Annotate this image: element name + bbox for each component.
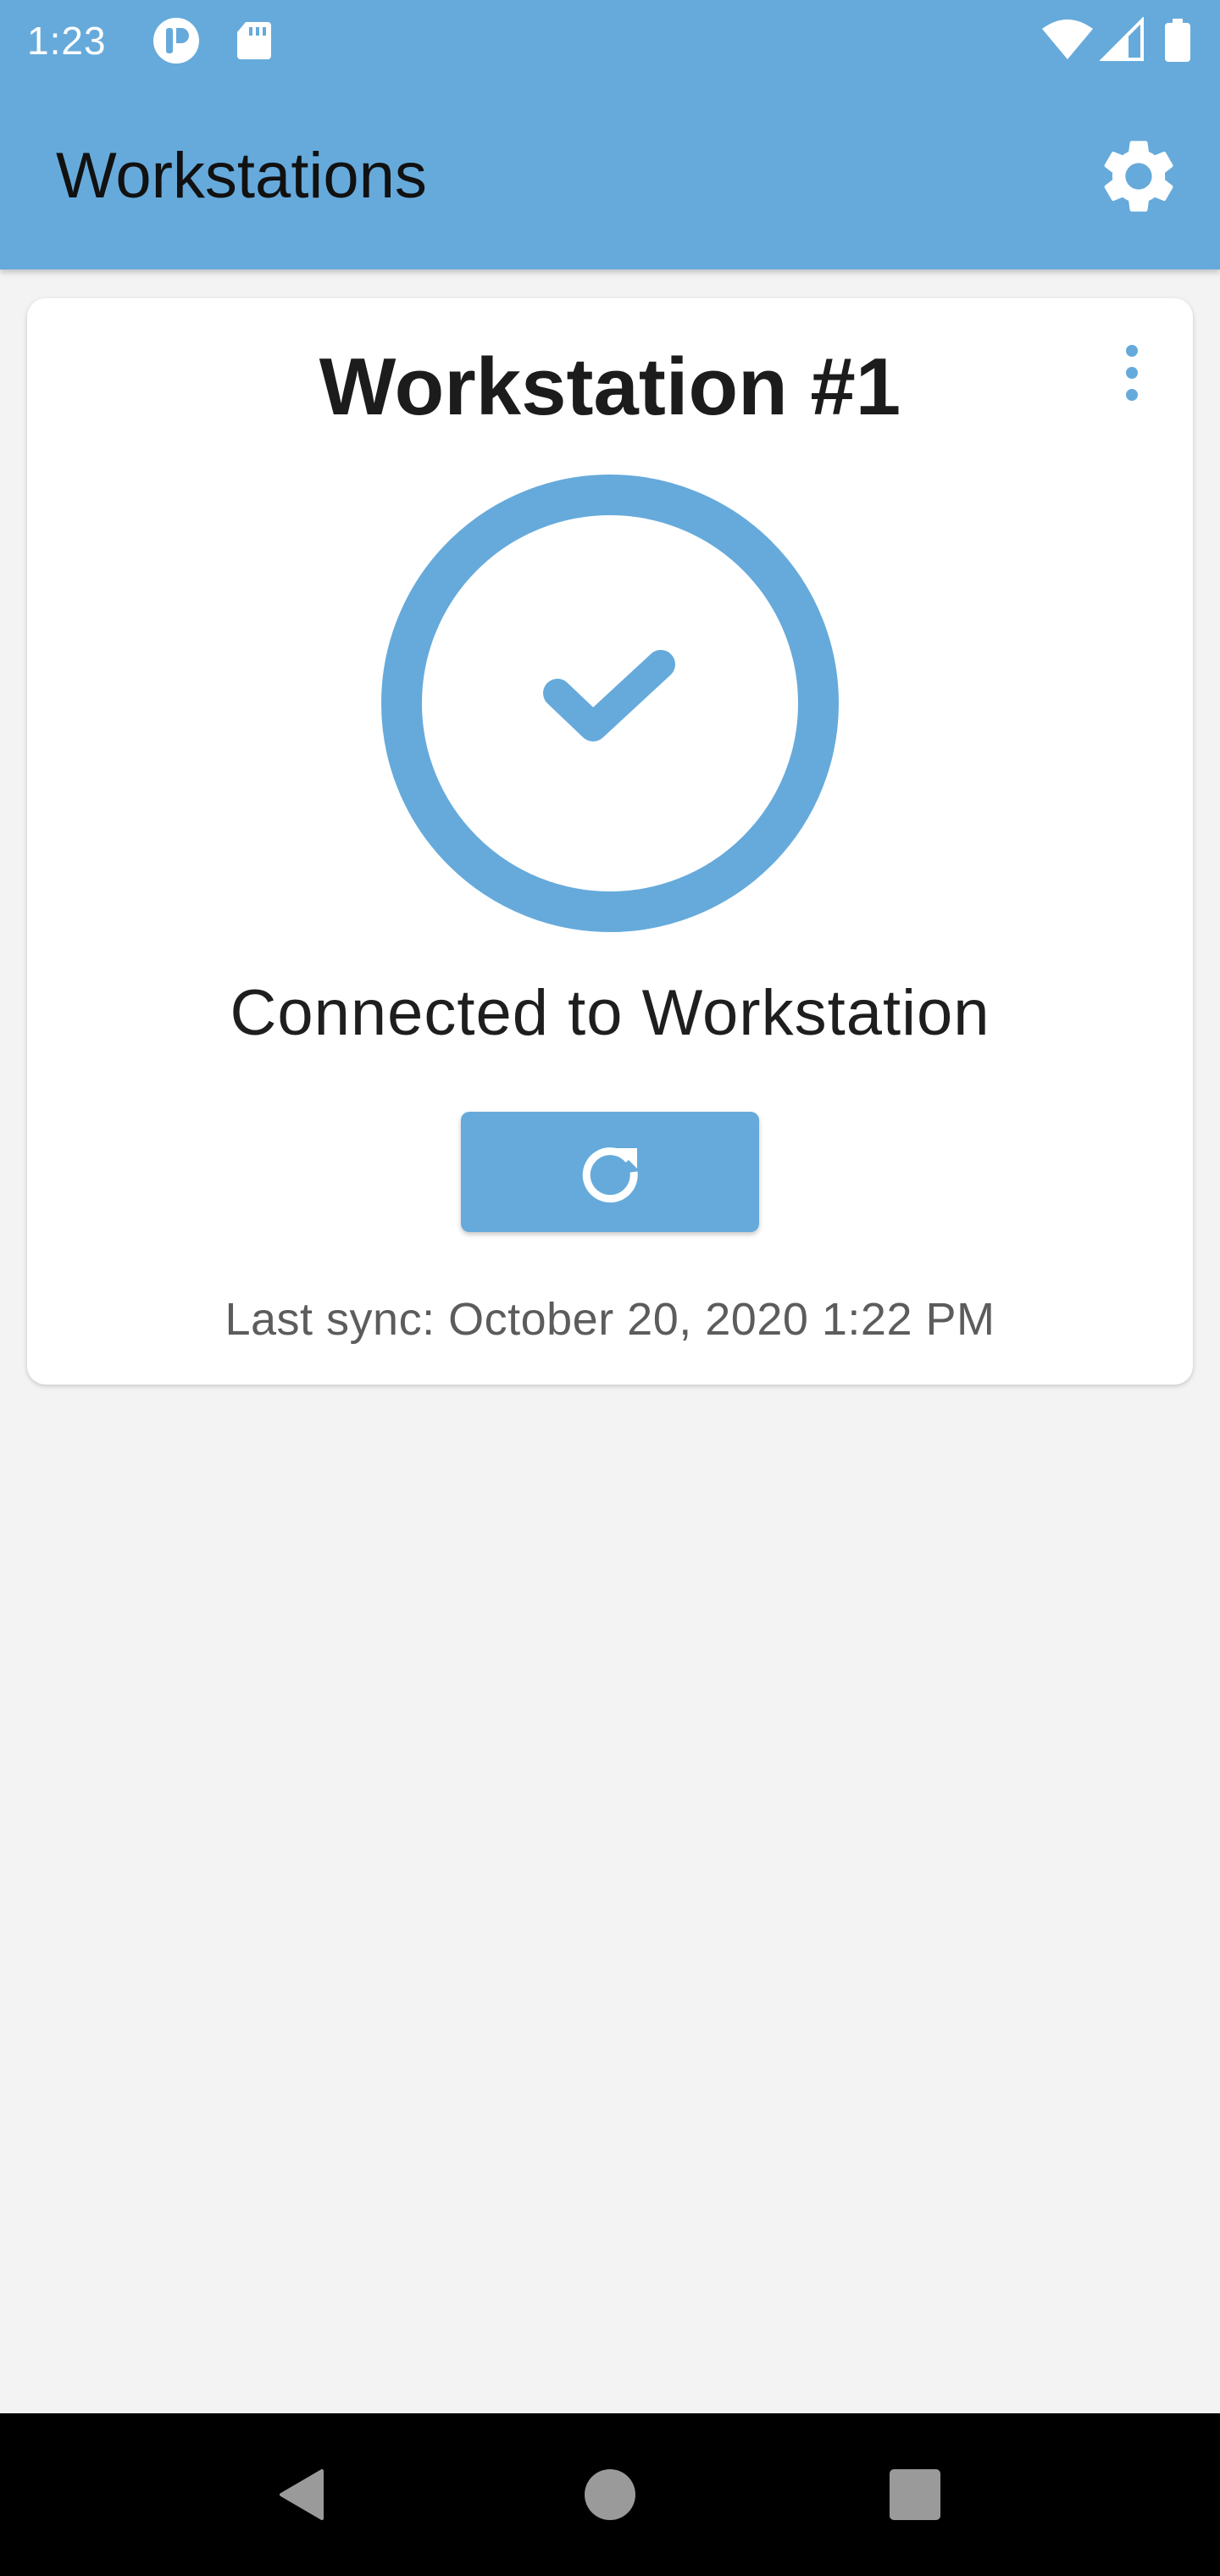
refresh-icon xyxy=(582,1147,638,1203)
page-title: Workstations xyxy=(56,140,427,212)
sd-card-icon xyxy=(230,17,278,64)
more-vert-icon xyxy=(1126,345,1138,401)
top-bar: 1:23 Workstations xyxy=(0,0,1220,269)
nav-recents-button[interactable] xyxy=(876,2456,954,2534)
app-notification-icon xyxy=(152,17,200,64)
workstation-name: Workstation #1 xyxy=(319,341,901,432)
wifi-icon xyxy=(1040,17,1095,64)
settings-button[interactable] xyxy=(1091,129,1186,224)
connection-status-text: Connected to Workstation xyxy=(230,977,990,1049)
nav-back-button[interactable] xyxy=(263,2456,341,2534)
recents-square-icon xyxy=(890,2469,940,2520)
check-circle-icon xyxy=(381,475,839,932)
app-bar: Workstations xyxy=(0,81,1220,269)
card-menu-button[interactable] xyxy=(1108,336,1156,410)
battery-icon xyxy=(1162,17,1193,64)
sync-button[interactable] xyxy=(461,1112,759,1232)
cell-signal-icon xyxy=(1100,17,1147,64)
gear-icon xyxy=(1104,141,1173,212)
status-bar: 1:23 xyxy=(0,0,1220,81)
status-time: 1:23 xyxy=(27,19,107,63)
back-triangle-icon xyxy=(280,2469,324,2520)
last-sync-text: Last sync: October 20, 2020 1:22 PM xyxy=(225,1294,995,1345)
workstation-card: Workstation #1 Connected to Workstation … xyxy=(27,298,1193,1385)
system-nav-bar xyxy=(0,2413,1220,2576)
home-circle-icon xyxy=(585,2469,635,2520)
nav-home-button[interactable] xyxy=(571,2456,649,2534)
